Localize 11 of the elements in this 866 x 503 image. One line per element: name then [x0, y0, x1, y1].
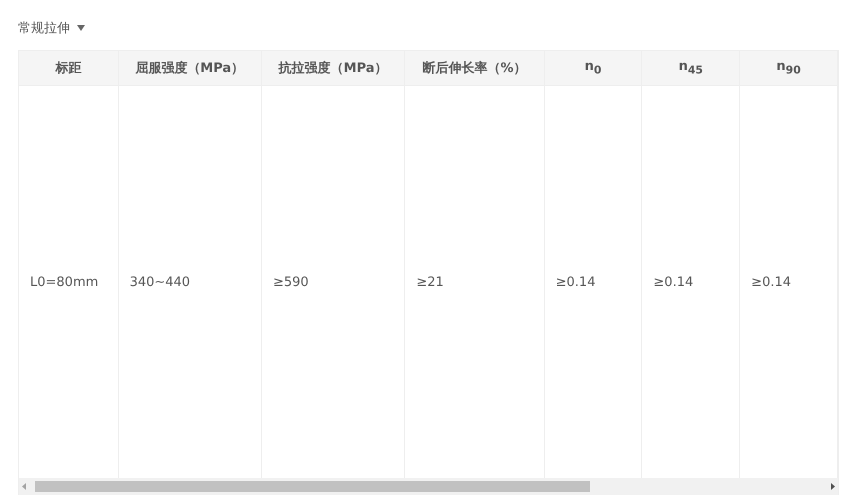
column-header: 屈服强度（MPa）	[118, 51, 262, 86]
column-header: n$_{45}$	[642, 51, 740, 86]
category-dropdown[interactable]: 常规拉伸	[18, 18, 85, 38]
column-header: 断后伸长率（%）	[404, 51, 544, 86]
column-header: 标距	[19, 51, 118, 86]
column-header: n$_{90}$	[740, 51, 838, 86]
caret-icon	[77, 25, 85, 31]
scrollbar-thumb[interactable]	[35, 481, 590, 492]
horizontal-scrollbar[interactable]	[19, 478, 838, 495]
column-header: n$_{0}$	[544, 51, 642, 86]
column-header: 抗拉强度（MPa）	[261, 51, 405, 86]
